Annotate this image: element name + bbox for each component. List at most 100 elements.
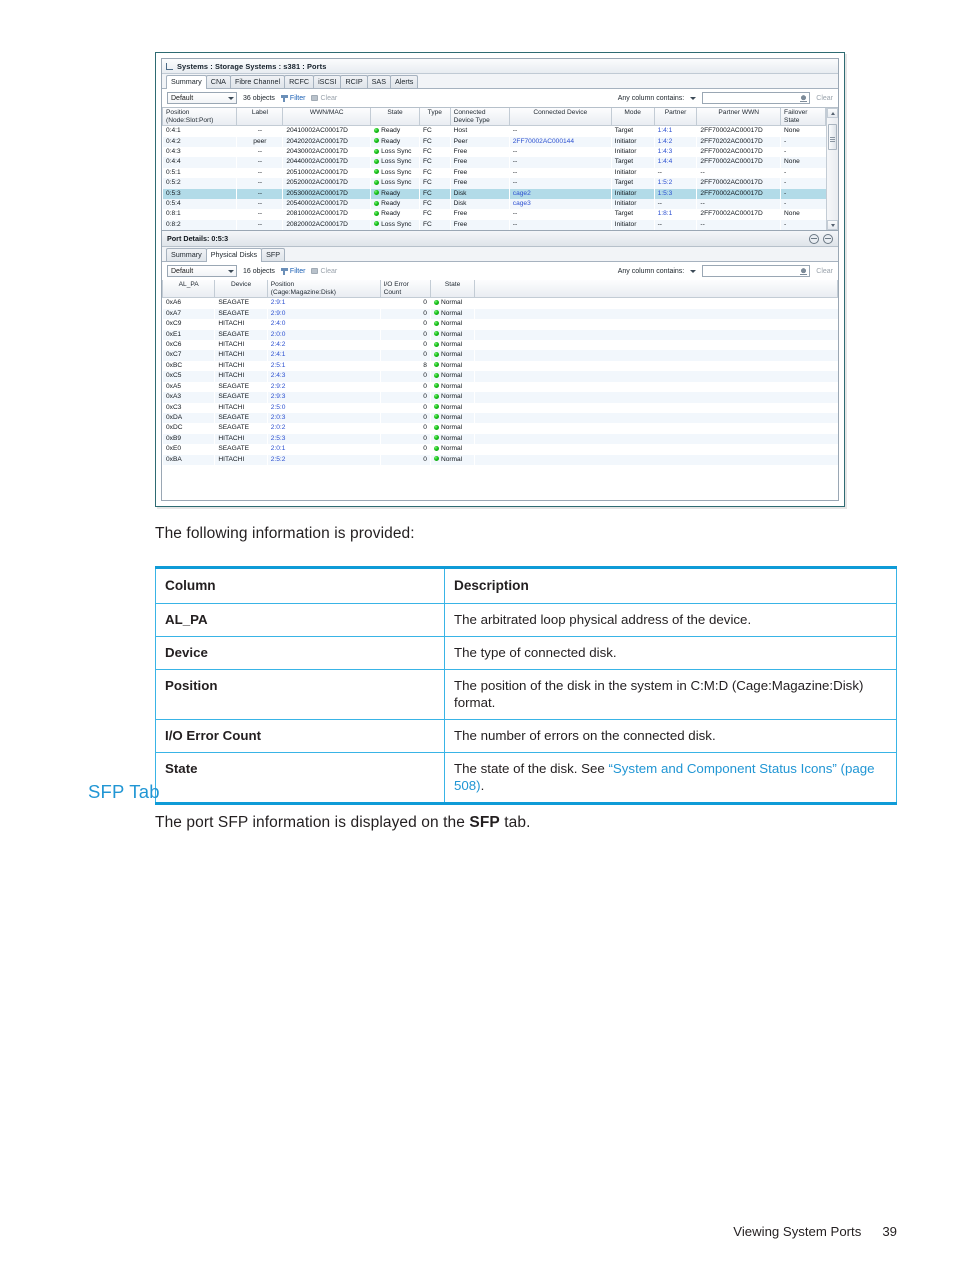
table-row[interactable]: 0xA7 SEAGATE 2:9:0 0 Normal [162, 308, 838, 320]
table-row[interactable]: 0xA5 SEAGATE 2:9:2 0 Normal [163, 382, 838, 392]
tab-summary[interactable]: Summary [166, 75, 207, 89]
col-partner[interactable]: Partner [653, 108, 698, 127]
table-row[interactable]: 0:8:2 -- 20820002AC00017D Loss Sync FC Free --… [162, 219, 826, 231]
search-input[interactable] [702, 92, 811, 104]
cell-link[interactable]: 2:5:0 [271, 404, 286, 411]
cell-link[interactable]: 2:4:2 [271, 341, 286, 348]
ports-grid-scrollbar[interactable] [826, 108, 838, 231]
scroll-thumb[interactable] [828, 124, 837, 150]
col-filler[interactable] [474, 280, 838, 299]
col-disk-position[interactable]: Position (Cage:Magazine:Disk) [266, 280, 381, 299]
table-row[interactable]: 0:8:1 -- 20810002AC00017D Ready FC Free -- Targ… [163, 209, 826, 219]
col-connected-device[interactable]: Connected Device [508, 108, 612, 127]
cell-link[interactable]: 1:4:2 [658, 138, 673, 145]
cell-link[interactable]: 2FF70002AC000144 [513, 138, 574, 145]
tab-rcip[interactable]: RCIP [340, 75, 368, 88]
col-wwn-mac[interactable]: WWN/MAC [282, 108, 372, 127]
cell-link[interactable]: 2:0:2 [271, 424, 286, 431]
cell-link[interactable]: 2:4:0 [271, 320, 286, 327]
cross-reference-link[interactable]: “System and Component Status Icons” (pag… [454, 761, 875, 793]
disks-clear-filter-button[interactable]: Clear [311, 268, 337, 275]
table-row[interactable]: 0xC9 HITACHI 2:4:0 0 Normal [163, 319, 838, 329]
tab-sas[interactable]: SAS [366, 75, 392, 88]
col-type[interactable]: Type [419, 108, 451, 127]
tab-iscsi[interactable]: iSCSI [313, 75, 342, 88]
table-row[interactable]: 0xC5 HITACHI 2:4:3 0 Normal [162, 371, 838, 382]
cell-link[interactable]: 1:4:4 [658, 158, 673, 165]
table-row[interactable]: 0xBA HITACHI 2:5:2 0 Normal [162, 454, 838, 465]
disks-any-column-chevron-down-icon[interactable] [690, 269, 697, 273]
col-connected-device-type[interactable]: Connected Device Type [449, 108, 510, 127]
col-io-error-count[interactable]: I/O Error Count [379, 280, 431, 299]
disks-search-input[interactable] [702, 265, 811, 278]
table-row[interactable]: 0xDA SEAGATE 2:0:3 0 Normal [162, 412, 838, 424]
cell-link[interactable]: 2:9:0 [271, 310, 286, 317]
cell-link[interactable]: 2:0:3 [271, 414, 286, 421]
tab-rcfc[interactable]: RCFC [284, 75, 315, 88]
col-device[interactable]: Device [214, 280, 268, 299]
cell-link[interactable]: 1:4:1 [658, 127, 673, 134]
table-row[interactable]: 0xBC HITACHI 2:5:1 8 Normal [163, 361, 838, 371]
table-row[interactable]: 0xC3 HITACHI 2:5:0 0 Normal [163, 403, 838, 413]
disks-view-select[interactable]: Default [167, 265, 237, 278]
table-row[interactable]: 0xA6 SEAGATE 2:9:1 0 Normal [163, 298, 838, 309]
refresh-icon[interactable] [809, 233, 819, 244]
table-row[interactable]: 0xDC SEAGATE 2:0:2 0 Normal [163, 423, 838, 433]
table-row[interactable]: 0:4:1 -- 20410002AC00017D Ready FC Host -- Targ… [163, 126, 826, 137]
scroll-down-arrow-icon[interactable] [827, 220, 838, 231]
tab-alerts[interactable]: Alerts [390, 75, 419, 88]
search-clear-button[interactable]: Clear [816, 95, 833, 102]
disks-filter-button[interactable]: Filter [280, 267, 305, 275]
tab-details-summary[interactable]: Summary [166, 248, 207, 262]
table-row[interactable]: 0:5:4 -- 20540002AC00017D Ready FC Disk cage3 I… [162, 199, 826, 210]
col-partner-wwn[interactable]: Partner WWN [696, 108, 782, 127]
tab-cna[interactable]: CNA [205, 75, 231, 88]
cell-link[interactable]: 2:5:3 [271, 435, 286, 442]
cell-link[interactable]: cage3 [513, 200, 531, 207]
col-al-pa[interactable]: AL_PA [162, 280, 216, 299]
cell-link[interactable]: 2:9:2 [271, 383, 286, 390]
table-row[interactable]: 0xE1 SEAGATE 2:0:0 0 Normal [162, 329, 838, 341]
clear-filter-button[interactable]: Clear [311, 95, 337, 102]
col-mode[interactable]: Mode [610, 108, 655, 127]
cell-link[interactable]: 1:5:3 [658, 190, 673, 197]
cell-link[interactable]: cage2 [513, 190, 531, 197]
table-row[interactable]: 0:5:3 -- 20530002AC00017D Ready FC Disk cage2 I… [162, 188, 826, 200]
cell-link[interactable]: 1:8:1 [658, 210, 673, 217]
col-state[interactable]: State [370, 108, 421, 127]
disks-search-clear-button[interactable]: Clear [816, 268, 833, 275]
table-row[interactable]: 0xA3 SEAGATE 2:9:3 0 Normal [162, 392, 838, 403]
table-row[interactable]: 0:4:4 -- 20440002AC00017D Loss Sync FC Free --… [162, 157, 826, 168]
cell-link[interactable]: 2:4:1 [271, 351, 286, 358]
table-row[interactable]: 0xE0 SEAGATE 2:0:1 0 Normal [163, 444, 838, 454]
col-disk-state[interactable]: State [429, 280, 476, 299]
cell-link[interactable]: 1:4:3 [658, 148, 673, 155]
table-row[interactable]: 0:5:1 -- 20510002AC00017D Loss Sync FC Free --… [163, 168, 826, 178]
cell-link[interactable]: 2:9:3 [271, 393, 286, 400]
tab-details-sfp[interactable]: SFP [261, 248, 286, 262]
cell-link[interactable]: 2:5:1 [271, 362, 286, 369]
cell-link[interactable]: 2:0:1 [271, 445, 286, 452]
table-row[interactable]: 0:5:2 -- 20520002AC00017D Loss Sync FC Free --… [162, 178, 826, 189]
col-label[interactable]: Label [236, 108, 284, 127]
any-column-chevron-down-icon[interactable] [690, 96, 697, 100]
col-position[interactable]: Position (Node:Slot:Port) [161, 108, 238, 127]
table-row[interactable]: 0xC6 HITACHI 2:4:2 0 Normal [163, 340, 838, 350]
scroll-up-arrow-icon[interactable] [827, 108, 838, 118]
tab-details-physical-disks[interactable]: Physical Disks [205, 248, 263, 263]
details-tab-strip[interactable]: Summary Physical Disks SFP [162, 247, 838, 263]
cell-link[interactable]: 2:0:0 [271, 331, 286, 338]
cell-link[interactable]: 2:9:1 [271, 299, 286, 306]
table-row[interactable]: 0xB9 HITACHI 2:5:3 0 Normal [162, 433, 838, 445]
table-row[interactable]: 0xC7 HITACHI 2:4:1 0 Normal [162, 350, 838, 361]
cell-link[interactable]: 2:5:2 [271, 456, 286, 463]
cell-link[interactable]: 1:5:2 [658, 179, 673, 186]
filter-button[interactable]: Filter [280, 94, 305, 102]
primary-tab-strip[interactable]: Summary CNA Fibre Channel RCFC iSCSI RCI… [162, 74, 838, 89]
cell-link[interactable]: 2:4:3 [271, 372, 286, 379]
tab-fibre-channel[interactable]: Fibre Channel [229, 75, 286, 88]
col-failover-state[interactable]: Failover State [780, 108, 826, 127]
table-row[interactable]: 0:4:2 peer 20420202AC00017D Ready FC Peer 2FF7… [162, 136, 826, 147]
view-select[interactable]: Default [167, 92, 237, 104]
help-icon[interactable] [823, 233, 833, 244]
